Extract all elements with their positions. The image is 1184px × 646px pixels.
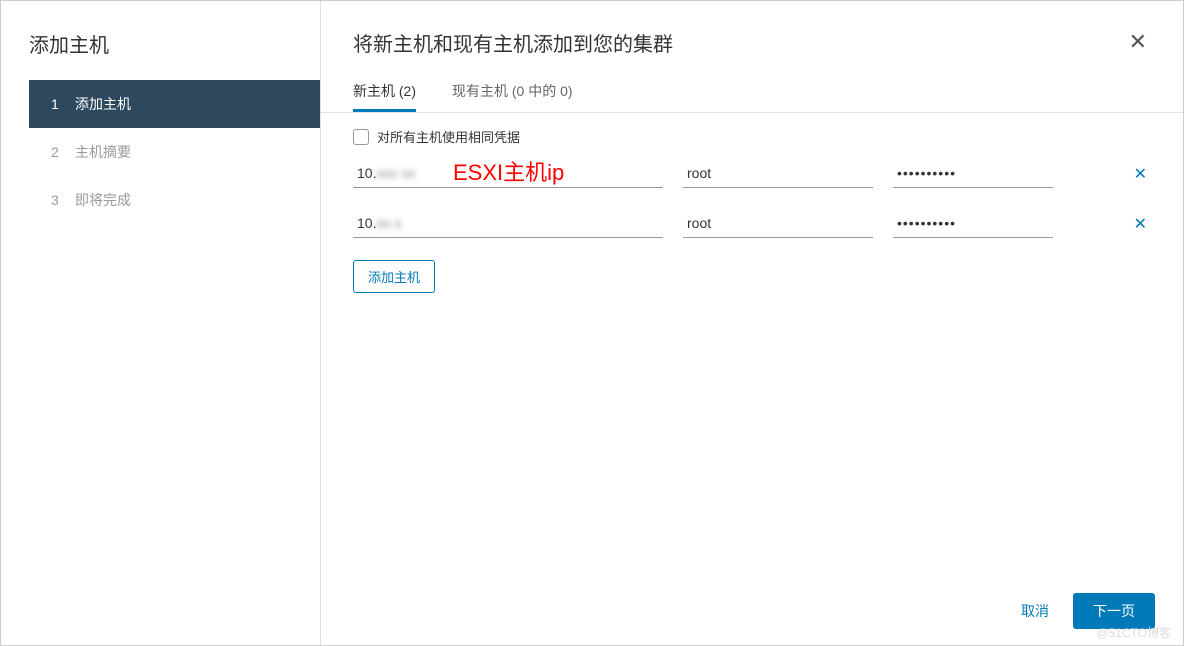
add-host-button[interactable]: 添加主机 [353,260,435,293]
cancel-button[interactable]: 取消 [1021,601,1049,621]
close-icon[interactable]: ✕ [1125,27,1151,57]
same-credentials-label: 对所有主机使用相同凭据 [377,127,520,146]
sidebar-title: 添加主机 [1,1,320,80]
step-number: 1 [51,96,63,112]
host-ip-input[interactable]: 10.xx x [353,211,663,238]
same-credentials-checkbox[interactable] [353,129,369,145]
next-button[interactable]: 下一页 [1073,593,1155,629]
step-host-summary: 2 主机摘要 [29,128,320,176]
host-tabs: 新主机 (2) 现有主机 (0 中的 0) [321,67,1183,113]
tab-existing-hosts[interactable]: 现有主机 (0 中的 0) [452,81,573,112]
annotation-label: ESXI主机ip [453,155,564,187]
host-password-input[interactable]: •••••••••• [893,161,1053,188]
host-ip-input[interactable]: 10.xxx xx ESXI主机ip [353,161,663,188]
wizard-sidebar: 添加主机 1 添加主机 2 主机摘要 3 即将完成 [1,1,321,645]
main-panel: 将新主机和现有主机添加到您的集群 ✕ 新主机 (2) 现有主机 (0 中的 0)… [321,1,1183,645]
tab-new-hosts[interactable]: 新主机 (2) [353,81,416,112]
step-number: 3 [51,192,63,208]
step-number: 2 [51,144,63,160]
main-title: 将新主机和现有主机添加到您的集群 [353,28,673,57]
host-row: 10.xxx xx ESXI主机ip root •••••••••• ✕ [353,160,1151,188]
host-password-input[interactable]: •••••••••• [893,211,1053,238]
wizard-steps: 1 添加主机 2 主机摘要 3 即将完成 [1,80,320,224]
remove-row-icon[interactable]: ✕ [1130,160,1151,188]
step-label: 主机摘要 [75,142,131,162]
form-area: 对所有主机使用相同凭据 10.xxx xx ESXI主机ip root ••••… [321,113,1183,577]
step-ready-complete: 3 即将完成 [29,176,320,224]
main-header: 将新主机和现有主机添加到您的集群 ✕ [321,1,1183,67]
host-user-input[interactable]: root [683,161,873,188]
step-add-host[interactable]: 1 添加主机 [29,80,320,128]
step-label: 即将完成 [75,190,131,210]
same-credentials-row: 对所有主机使用相同凭据 [353,121,1151,160]
remove-row-icon[interactable]: ✕ [1130,210,1151,238]
step-label: 添加主机 [75,94,131,114]
host-row: 10.xx x root •••••••••• ✕ [353,210,1151,238]
host-user-input[interactable]: root [683,211,873,238]
dialog-footer: 取消 下一页 [321,577,1183,645]
add-host-dialog: 添加主机 1 添加主机 2 主机摘要 3 即将完成 将新主机和现有主机添加到您的… [1,1,1183,645]
